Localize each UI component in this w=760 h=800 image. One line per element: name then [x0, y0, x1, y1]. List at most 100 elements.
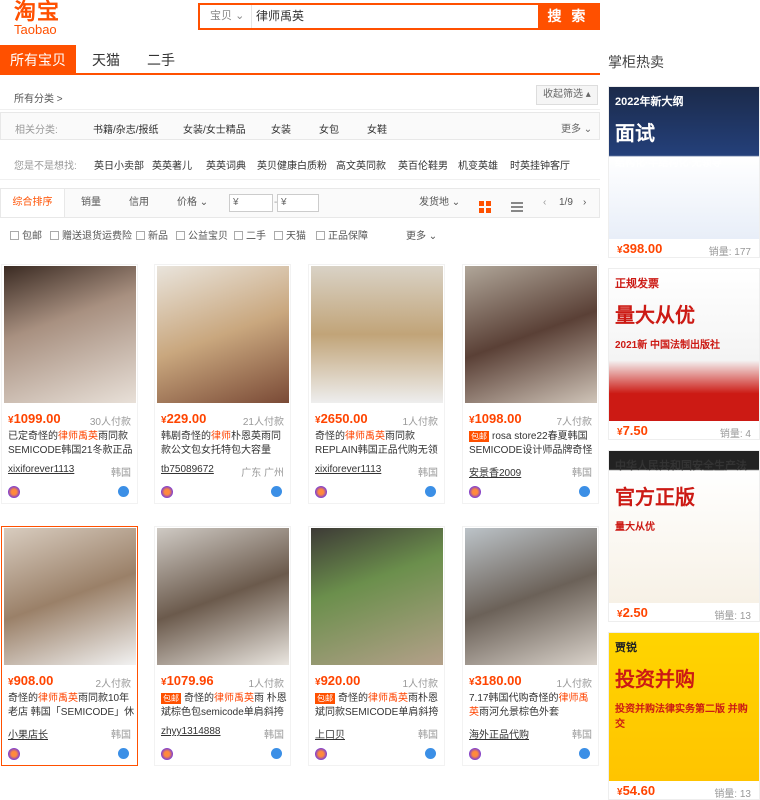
sort-price[interactable]: 价格 ⌄: [177, 189, 208, 217]
sidebar-ad-item[interactable]: 正规发票 量大从优 2021新 中国法制出版社 ¥7.50 销量: 4: [608, 268, 760, 440]
ad-sold-count: 销量: 4: [719, 429, 751, 440]
ad-image[interactable]: 正规发票 量大从优 2021新 中国法制出版社: [609, 269, 759, 421]
product-card[interactable]: ¥1099.00 30人付款 已定奇怪的律师禹英雨同款SEMICODE韩国21冬款正…: [1, 264, 138, 504]
product-title[interactable]: 包邮奇怪的律师禹英雨 朴恩斌棕色包semicode单肩斜挎包: [161, 692, 289, 720]
related-more-button[interactable]: 更多 ⌄: [561, 120, 592, 135]
suggest-item[interactable]: 时英挂钟客厅: [510, 157, 570, 172]
product-card[interactable]: ¥908.00 2人付款 奇怪的律师禹英雨同款10年老店 韩国「SEMICODE」休…: [1, 526, 138, 766]
product-card[interactable]: ¥229.00 21人付款 韩剧奇怪的律师朴恩英雨同款公文包女托特包大容量 tb750…: [154, 264, 291, 504]
sidebar-ad-item[interactable]: 中华人民共和国安全生产法 官方正版 量大从优 ¥2.50 销量: 13: [608, 450, 760, 622]
product-card[interactable]: ¥1098.00 7人付款 包邮 rosa store22春夏韩国SEMICODE设计…: [462, 264, 599, 504]
filter-genuine[interactable]: 正品保障: [316, 227, 368, 242]
free-shipping-badge: 包邮: [315, 693, 335, 704]
shop-name-link[interactable]: xixiforever1113: [8, 464, 74, 475]
service-icon: [161, 748, 173, 760]
product-title[interactable]: 奇怪的律师禹英雨同款10年老店 韩国「SEMICODE」休闲: [8, 692, 136, 720]
suggest-item[interactable]: 高文英同款: [336, 157, 386, 172]
sidebar-ad-item[interactable]: 2022年新大纲 面试 结构化·半结构化·无领导 ¥398.00 销量: 177: [608, 86, 760, 258]
shop-name-link[interactable]: xixiforever1113: [315, 464, 381, 475]
related-item[interactable]: 女装: [271, 121, 291, 136]
product-image[interactable]: [4, 528, 136, 665]
suggest-item[interactable]: 英英著儿: [152, 157, 192, 172]
product-image[interactable]: [157, 266, 289, 403]
shop-name-link[interactable]: 安景香2009: [469, 464, 521, 479]
wangwang-chat-icon[interactable]: [118, 486, 129, 497]
wangwang-chat-icon[interactable]: [271, 748, 282, 759]
shop-name-link[interactable]: zhyy1314888: [161, 726, 221, 737]
tab-tmall[interactable]: 天猫: [76, 45, 136, 75]
related-item[interactable]: 书籍/杂志/报纸: [93, 121, 159, 136]
product-title[interactable]: 已定奇怪的律师禹英雨同款SEMICODE韩国21冬款正品: [8, 430, 136, 458]
price-max-input[interactable]: ¥: [277, 194, 319, 212]
ship-from-select[interactable]: 发货地 ⌄: [419, 189, 460, 217]
shop-name-link[interactable]: 上口贝: [315, 726, 345, 741]
filter-tmall[interactable]: 天猫: [274, 227, 306, 242]
collapse-filter-button[interactable]: 收起筛选 ▴: [536, 85, 598, 105]
grid-view-icon[interactable]: [479, 197, 491, 213]
product-image[interactable]: [311, 528, 443, 665]
related-item[interactable]: 女包: [319, 121, 339, 136]
product-price: ¥920.00: [315, 673, 361, 688]
product-card[interactable]: ¥2650.00 1人付款奇怪的律师禹英雨同款REPLAIN韩国正品代购无领羊 xi…: [308, 264, 445, 504]
search-scope-select[interactable]: 宝贝 ⌄: [200, 5, 252, 28]
ad-sold-count: 销量: 177: [708, 247, 751, 258]
suggest-item[interactable]: 机变英雄: [458, 157, 498, 172]
ad-image[interactable]: 中华人民共和国安全生产法 官方正版 量大从优: [609, 451, 759, 603]
filter-new[interactable]: 新品: [136, 227, 168, 242]
product-card[interactable]: ¥1079.96 1人付款 包邮 奇怪的律师禹英雨 朴恩斌棕色包semicode单肩斜…: [154, 526, 291, 766]
product-image[interactable]: [465, 266, 597, 403]
price-min-input[interactable]: ¥: [229, 194, 273, 212]
sort-sales[interactable]: 销量: [81, 189, 101, 217]
product-title[interactable]: 包邮rosa store22春夏韩国SEMICODE设计师品牌奇怪律: [469, 430, 597, 458]
product-image[interactable]: [311, 266, 443, 403]
search-input[interactable]: 律师禹英: [256, 5, 536, 28]
product-sold-count: 21人付款: [242, 417, 284, 428]
shop-name-link[interactable]: 小果店长: [8, 726, 48, 741]
product-image[interactable]: [4, 266, 136, 403]
wangwang-chat-icon[interactable]: [579, 748, 590, 759]
wangwang-chat-icon[interactable]: [579, 486, 590, 497]
product-price: ¥3180.00: [469, 673, 522, 688]
prev-page-icon[interactable]: ‹: [543, 189, 546, 217]
product-title[interactable]: 韩剧奇怪的律师朴恩英雨同款公文包女托特包大容量: [161, 430, 289, 458]
free-shipping-badge: 包邮: [161, 693, 181, 704]
product-card[interactable]: ¥3180.00 1人付款 7.17韩国代购奇怪的律师禹英雨河允景棕色外套 海外正品代…: [462, 526, 599, 766]
sort-default[interactable]: 综合排序: [1, 189, 65, 217]
shop-name-link[interactable]: 海外正品代购: [469, 726, 529, 741]
tab-all[interactable]: 所有宝贝: [0, 45, 76, 75]
suggest-item[interactable]: 英英词典: [206, 157, 246, 172]
suggest-item[interactable]: 英贝健康白质粉: [257, 157, 327, 172]
product-card[interactable]: ¥920.00 1人付款包邮奇怪的律师禹英雨朴恩斌同款SEMICODE单肩斜挎包上…: [308, 526, 445, 766]
suggest-item[interactable]: 英百伦鞋男: [398, 157, 448, 172]
wangwang-chat-icon[interactable]: [425, 748, 436, 759]
filter-return-insurance[interactable]: 赠送退货运费险: [50, 227, 132, 242]
product-title[interactable]: 奇怪的律师禹英雨同款REPLAIN韩国正品代购无领羊: [315, 430, 443, 458]
wangwang-chat-icon[interactable]: [425, 486, 436, 497]
filter-free-shipping[interactable]: 包邮: [10, 227, 42, 242]
filter-charity[interactable]: 公益宝贝: [176, 227, 228, 242]
list-view-icon[interactable]: [511, 197, 523, 212]
search-button[interactable]: 搜 索: [538, 3, 598, 30]
filter-used[interactable]: 二手: [234, 227, 266, 242]
ad-image[interactable]: 贾锐 投资并购 投资并购法律实务第二版 并购交: [609, 633, 759, 781]
sort-credit[interactable]: 信用: [129, 189, 149, 217]
all-categories-link[interactable]: 所有分类 >: [14, 90, 63, 105]
shop-name-link[interactable]: tb75089672: [161, 464, 214, 475]
product-title[interactable]: 7.17韩国代购奇怪的律师禹英雨河允景棕色外套: [469, 692, 597, 720]
suggest-item[interactable]: 英日小卖部: [94, 157, 144, 172]
product-title[interactable]: 包邮奇怪的律师禹英雨朴恩斌同款SEMICODE单肩斜挎包: [315, 692, 443, 720]
sidebar-ad-item[interactable]: 贾锐 投资并购 投资并购法律实务第二版 并购交 ¥54.60 销量: 13: [608, 632, 760, 800]
filter-more-button[interactable]: 更多 ⌄: [406, 227, 437, 242]
product-image[interactable]: [157, 528, 289, 665]
ad-price: ¥54.60: [617, 783, 656, 798]
service-icon: [315, 748, 327, 760]
related-item[interactable]: 女装/女士精品: [183, 121, 246, 136]
wangwang-chat-icon[interactable]: [118, 748, 129, 759]
tab-secondhand[interactable]: 二手: [136, 45, 186, 75]
taobao-logo[interactable]: 淘宝 Taobao: [14, 0, 74, 36]
ad-image[interactable]: 2022年新大纲 面试 结构化·半结构化·无领导: [609, 87, 759, 239]
wangwang-chat-icon[interactable]: [271, 486, 282, 497]
related-item[interactable]: 女鞋: [367, 121, 387, 136]
next-page-icon[interactable]: ›: [583, 189, 586, 217]
product-image[interactable]: [465, 528, 597, 665]
